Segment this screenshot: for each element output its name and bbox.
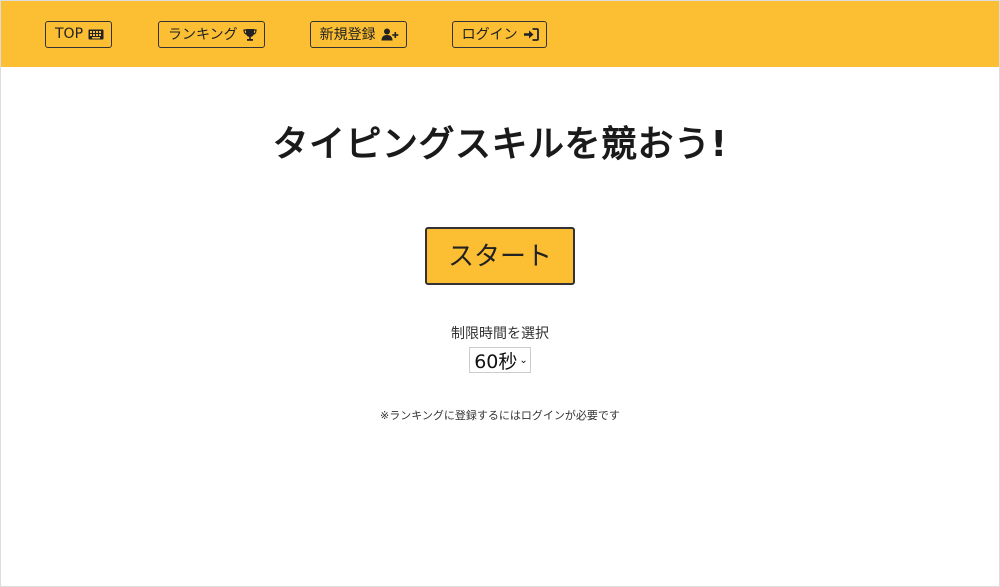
user-plus-icon	[381, 28, 399, 41]
trophy-icon	[243, 28, 257, 41]
nav-top-label: TOP	[55, 26, 84, 42]
time-limit-label: 制限時間を選択	[451, 326, 549, 342]
main-content: タイピングスキルを競おう! スタート 制限時間を選択 60秒 ⌄ ※ランキングに…	[1, 115, 999, 423]
keyboard-icon	[88, 29, 104, 40]
nav-top-button[interactable]: TOP	[45, 20, 113, 48]
top-navbar: TOP ランキング 新規登録 ログイン	[1, 1, 999, 67]
time-limit-select[interactable]: 60秒 ⌄	[469, 347, 531, 373]
login-required-note: ※ランキングに登録するにはログインが必要です	[380, 409, 620, 422]
page-frame: TOP ランキング 新規登録 ログイン タイピングスキルを競おう! スタート 制…	[0, 0, 1000, 587]
chevron-down-icon: ⌄	[519, 354, 528, 366]
start-button[interactable]: スタート	[425, 227, 575, 285]
page-title: タイピングスキルを競おう!	[272, 124, 728, 165]
nav-register-button[interactable]: 新規登録	[309, 20, 407, 48]
nav-ranking-label: ランキング	[168, 27, 238, 43]
nav-login-label: ログイン	[461, 27, 518, 43]
time-limit-selected-value: 60秒	[474, 350, 518, 373]
nav-ranking-button[interactable]: ランキング	[158, 20, 265, 48]
nav-register-label: 新規登録	[319, 27, 376, 43]
nav-login-button[interactable]: ログイン	[451, 20, 547, 48]
sign-in-icon	[523, 27, 539, 41]
